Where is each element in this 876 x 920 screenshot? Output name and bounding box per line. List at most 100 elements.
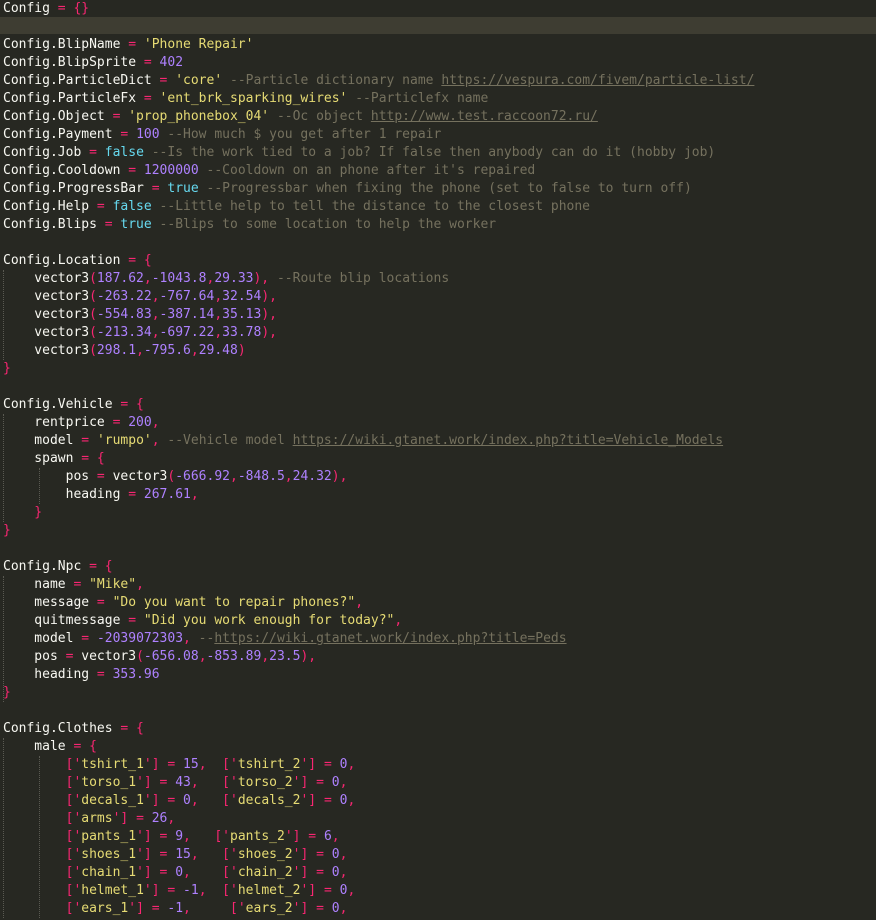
code-line[interactable]: heading = 353.96 — [3, 666, 160, 684]
operator-token: = — [73, 433, 97, 448]
operator-token: , — [284, 469, 293, 484]
number-token: 353.96 — [112, 667, 160, 682]
operator-token: , — [331, 829, 340, 844]
operator-token: '] = — [128, 901, 168, 916]
code-line[interactable]: ['decals_1'] = 0, ['decals_2'] = 0, — [3, 792, 356, 810]
code-text: message — [3, 595, 90, 610]
code-line[interactable]: pos = vector3(-656.08,-853.89,23.5), — [3, 648, 316, 666]
link-token[interactable]: https://vespura.com/fivem/particle-list/ — [441, 73, 754, 88]
operator-token: = — [104, 415, 129, 430]
comment-token: --Particlefx name — [347, 91, 489, 106]
code-line[interactable]: } — [3, 522, 11, 540]
operator-token: = — [57, 649, 82, 664]
code-line[interactable]: model = -2039072303, --https://wiki.gtan… — [3, 630, 566, 648]
number-token: 0 — [331, 901, 340, 916]
link-token[interactable]: http://www.test.raccoon72.ru/ — [371, 109, 598, 124]
code-text: pos — [3, 649, 58, 664]
code-line[interactable]: name = "Mike", — [3, 576, 144, 594]
code-line[interactable]: ['tshirt_1'] = 15, ['tshirt_2'] = 0, — [3, 756, 356, 774]
code-line[interactable]: male = { — [3, 738, 97, 756]
number-token: -767.64 — [159, 289, 215, 304]
code-line[interactable]: ['helmet_1'] = -1, ['helmet_2'] = 0, — [3, 882, 356, 900]
number-token: 23.5 — [269, 649, 301, 664]
code-line[interactable]: vector3(298.1,-795.6,29.48) — [3, 342, 245, 360]
code-text: Config.ProgressBar — [3, 181, 144, 196]
code-line[interactable]: Config.Payment = 100 --How much $ you ge… — [3, 126, 441, 144]
operator-token: '] = — [292, 901, 332, 916]
indent-guide — [3, 738, 4, 918]
code-line[interactable]: vector3(-554.83,-387.14,35.13), — [3, 306, 277, 324]
code-line[interactable]: Config.ParticleDict = 'core' --Particle … — [3, 72, 754, 90]
code-line[interactable]: Config.Object = 'prop_phonebox_04' --Oc … — [3, 108, 598, 126]
code-line[interactable]: } — [3, 684, 11, 702]
code-line[interactable]: Config.ProgressBar = true --Progressbar … — [3, 180, 692, 198]
code-text: vector3 — [3, 325, 90, 340]
operator-token: = — [120, 487, 144, 502]
code-line[interactable]: ['torso_1'] = 43, ['torso_2'] = 0, — [3, 774, 348, 792]
string-token: helmet_2 — [237, 883, 301, 898]
string-token: ears_2 — [245, 901, 293, 916]
number-token: 33.78 — [222, 325, 262, 340]
string-token: 'core' — [175, 73, 223, 88]
code-text: Config.Location — [3, 253, 121, 268]
code-line[interactable]: ['arms'] = 26, — [3, 810, 176, 828]
code-line[interactable]: Config.Help = false --Little help to tel… — [3, 198, 590, 216]
code-line[interactable]: Config.Vehicle = { — [3, 396, 144, 414]
code-line[interactable]: ['chain_1'] = 0, ['chain_2'] = 0, — [3, 864, 348, 882]
code-line[interactable]: model = 'rumpo', --Vehicle model https:/… — [3, 432, 723, 450]
code-line[interactable]: Config.ParticleFx = 'ent_brk_sparking_wi… — [3, 90, 488, 108]
code-line[interactable]: vector3(-263.22,-767.64,32.54), — [3, 288, 277, 306]
code-line[interactable]: Config.BlipSprite = 402 — [3, 54, 183, 72]
operator-token: '] = — [112, 811, 152, 826]
code-editor[interactable]: Config = {} Config.BlipName = 'Phone Repa… — [0, 0, 876, 920]
operator-token: = — [89, 667, 113, 682]
code-line[interactable]: vector3(-213.34,-697.22,33.78), — [3, 324, 277, 342]
operator-token: [' — [3, 865, 82, 880]
code-line[interactable]: heading = 267.61, — [3, 486, 199, 504]
operator-token: = — [120, 163, 144, 178]
code-line[interactable]: quitmessage = "Did you work enough for t… — [3, 612, 402, 630]
code-text: Config.ParticleFx — [3, 91, 137, 106]
code-text: Config.Cooldown — [3, 163, 121, 178]
operator-token: = — [73, 631, 97, 646]
number-token: -387.14 — [159, 307, 215, 322]
code-line[interactable]: Config.BlipName = 'Phone Repair' — [3, 36, 253, 54]
operator-token: [' — [3, 775, 82, 790]
operator-token: [' — [3, 901, 82, 916]
number-token: 0 — [175, 865, 184, 880]
operator-token: '] = — [143, 757, 184, 772]
operator-token: , — [339, 901, 348, 916]
number-token: 29.33 — [214, 271, 254, 286]
code-line[interactable]: Config.Npc = { — [3, 558, 113, 576]
code-line[interactable]: Config.Clothes = { — [3, 720, 144, 738]
code-line[interactable]: ['pants_1'] = 9, ['pants_2'] = 6, — [3, 828, 340, 846]
string-token: chain_1 — [81, 865, 137, 880]
number-token: -1043.8 — [151, 271, 207, 286]
code-line[interactable]: pos = vector3(-666.92,-848.5,24.32), — [3, 468, 348, 486]
code-line[interactable]: Config.Cooldown = 1200000 --Cooldown on … — [3, 162, 535, 180]
operator-token: = { — [120, 253, 152, 268]
code-line[interactable]: spawn = { — [3, 450, 104, 468]
code-line[interactable]: ['ears_1'] = -1, ['ears_2'] = 0, — [3, 900, 348, 918]
code-line[interactable]: Config.Blips = true --Blips to some loca… — [3, 216, 496, 234]
code-line[interactable]: } — [3, 504, 42, 522]
number-token: 15 — [183, 757, 199, 772]
code-line[interactable]: vector3(187.62,-1043.8,29.33), --Route b… — [3, 270, 449, 288]
code-line[interactable]: message = "Do you want to repair phones?… — [3, 594, 363, 612]
operator-token: , [' — [183, 865, 238, 880]
code-line[interactable]: rentprice = 200, — [3, 414, 159, 432]
string-token: chain_2 — [237, 865, 293, 880]
indent-guide — [3, 414, 4, 522]
code-line[interactable]: } — [3, 360, 11, 378]
number-token: 402 — [159, 55, 184, 70]
code-line[interactable]: ['shoes_1'] = 15, ['shoes_2'] = 0, — [3, 846, 348, 864]
link-token[interactable]: https://wiki.gtanet.work/index.php?title… — [214, 631, 566, 646]
number-token: -795.6 — [143, 343, 191, 358]
comment-token: --Progressbar when fixing the phone (set… — [198, 181, 692, 196]
operator-token: , — [136, 577, 144, 592]
code-line[interactable]: Config.Location = { — [3, 252, 152, 270]
code-line[interactable]: Config.Job = false --Is the work tied to… — [3, 144, 715, 162]
code-line[interactable]: Config = {} — [3, 0, 89, 18]
link-token[interactable]: https://wiki.gtanet.work/index.php?title… — [293, 433, 723, 448]
operator-token: , — [151, 433, 160, 448]
